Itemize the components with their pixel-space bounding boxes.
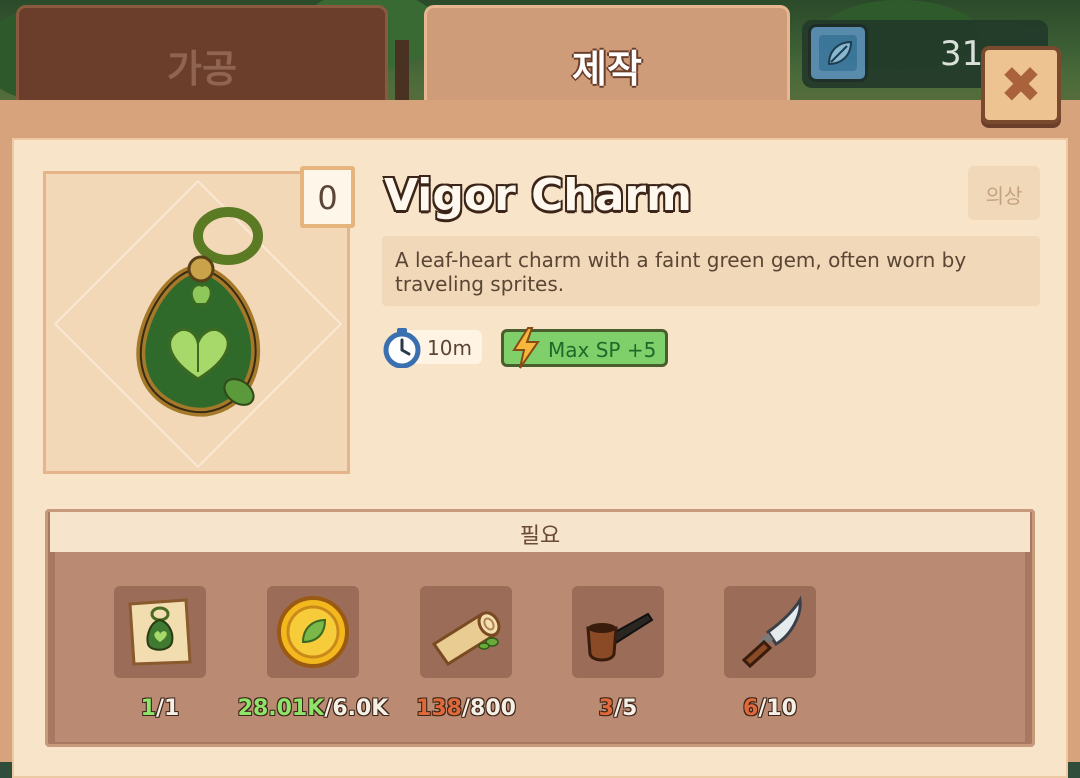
tab-processing[interactable]: 가공 — [16, 5, 388, 105]
stat-bonus-badge: Max SP +5 — [501, 327, 668, 369]
category-tag[interactable]: 의상 — [968, 166, 1040, 220]
craft-time-value: 10m — [427, 336, 472, 360]
category-tag-label: 의상 — [985, 184, 1023, 208]
requirement-qty-coin: 28.01K/6.0K — [237, 696, 389, 721]
smoking-pipe-icon — [586, 612, 654, 662]
close-button[interactable]: ✖ — [981, 46, 1061, 124]
leaf-coin-icon — [277, 596, 349, 668]
requirement-slot-coin[interactable] — [267, 586, 359, 678]
item-description-box: A leaf-heart charm with a faint green ge… — [382, 236, 1040, 306]
close-x-icon: ✖ — [1000, 56, 1042, 114]
requirements-title: 필요 — [519, 524, 561, 549]
tab-crafting[interactable]: 제작 — [424, 5, 790, 105]
currency-amount: 31 — [940, 34, 984, 74]
requirement-slot-knife[interactable] — [724, 586, 816, 678]
requirement-qty-wood: 138/800 — [416, 696, 516, 721]
requirement-qty-knife: 6/10 — [743, 696, 797, 721]
tab-processing-label: 가공 — [167, 47, 237, 91]
leaf-gem-icon — [808, 24, 868, 82]
stopwatch-icon — [383, 328, 421, 368]
requirement-qty-recipe: 1/1 — [140, 696, 180, 721]
knife-icon — [741, 595, 802, 669]
owned-count-badge: 0 — [300, 166, 355, 228]
tab-crafting-label: 제작 — [572, 47, 642, 91]
wood-log-icon — [431, 611, 501, 667]
item-title: Vigor Charm — [384, 170, 692, 221]
lightning-icon — [512, 327, 540, 369]
craft-time: 10m — [382, 326, 484, 368]
requirement-slot-recipe[interactable] — [114, 586, 206, 678]
stat-bonus-text: Max SP +5 — [548, 338, 657, 362]
requirements-header: 필요 — [50, 512, 1030, 552]
requirement-slot-wood[interactable] — [420, 586, 512, 678]
requirement-slot-pipe[interactable] — [572, 586, 664, 678]
item-description: A leaf-heart charm with a faint green ge… — [395, 248, 967, 296]
owned-count: 0 — [317, 179, 338, 217]
requirement-qty-pipe: 3/5 — [598, 696, 638, 721]
charm-recipe-scroll-icon — [128, 598, 192, 666]
